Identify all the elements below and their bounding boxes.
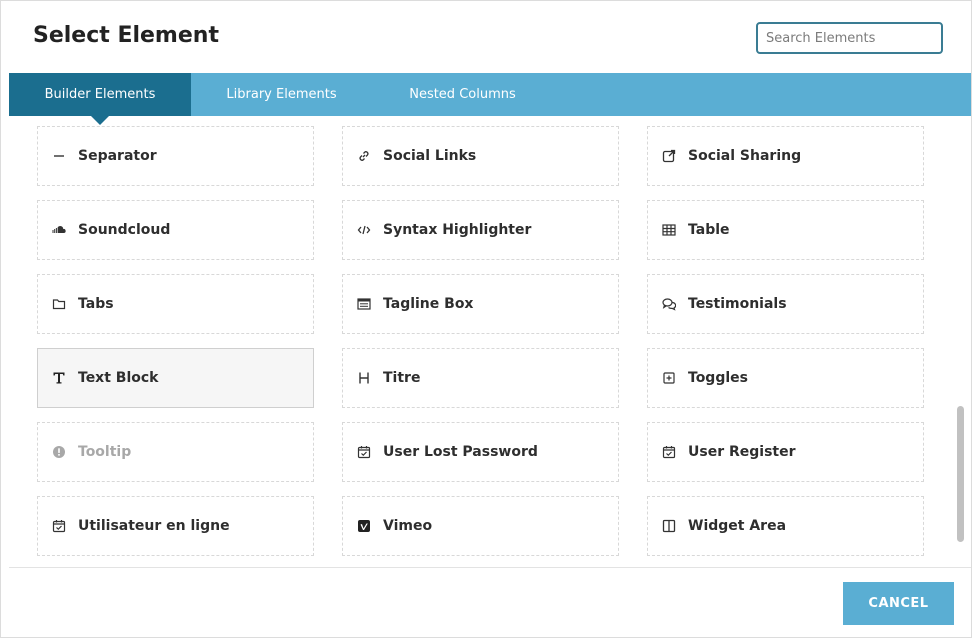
tab-builder-elements[interactable]: Builder Elements [9,73,191,125]
element-item-user-lost-password[interactable]: User Lost Password [342,422,619,482]
select-element-dialog: Select Element Builder ElementsLibrary E… [0,0,972,638]
external-link-icon [662,149,676,163]
dialog-footer: CANCEL [1,568,971,638]
element-label: Vimeo [383,518,433,534]
soundcloud-icon [52,223,66,237]
calendar-check-icon [52,519,66,533]
calendar-check-icon [357,445,371,459]
element-label: Social Sharing [688,148,802,164]
link-icon [357,149,371,163]
comments-icon [662,297,676,311]
element-label: User Lost Password [383,444,538,460]
dialog-header: Select Element [1,1,971,73]
vimeo-icon [357,519,371,533]
element-label: Separator [78,148,157,164]
element-label: Tagline Box [383,296,474,312]
elements-panel: Separator Social Links Social Sharing Sound… [9,116,971,568]
element-label: Table [688,222,730,238]
element-item-widget-area[interactable]: Widget Area [647,496,924,556]
scrollbar[interactable] [955,124,965,564]
element-label: Widget Area [688,518,787,534]
element-item-titre[interactable]: Titre [342,348,619,408]
element-item-separator[interactable]: Separator [37,126,314,186]
element-item-social-sharing[interactable]: Social Sharing [647,126,924,186]
element-label: Tabs [78,296,114,312]
tab-bar: Builder Elements Library Elements Nested C… [9,73,971,125]
element-item-utilisateur-en-ligne[interactable]: Utilisateur en ligne [37,496,314,556]
tab-library-elements[interactable]: Library Elements [191,73,372,116]
scrollbar-thumb[interactable] [957,406,964,542]
folder-icon [52,297,66,311]
element-item-tabs[interactable]: Tabs [37,274,314,334]
element-item-testimonials[interactable]: Testimonials [647,274,924,334]
element-item-tagline-box[interactable]: Tagline Box [342,274,619,334]
elements-grid: Separator Social Links Social Sharing Sound… [37,126,924,556]
element-label: Titre [383,370,421,386]
minus-icon [52,149,66,163]
code-icon [357,223,371,237]
element-label: Text Block [78,370,159,386]
element-label: Syntax Highlighter [383,222,532,238]
element-label: Utilisateur en ligne [78,518,230,534]
element-item-social-links[interactable]: Social Links [342,126,619,186]
element-label: Toggles [688,370,748,386]
element-label: Testimonials [688,296,787,312]
info-circle-icon [52,445,66,459]
heading-icon [357,371,371,385]
element-label: Social Links [383,148,477,164]
table-icon [662,223,676,237]
calendar-check-icon [662,445,676,459]
element-item-text-block[interactable]: Text Block [37,348,314,408]
plus-square-icon [662,371,676,385]
element-item-syntax-highlighter[interactable]: Syntax Highlighter [342,200,619,260]
element-label: Soundcloud [78,222,171,238]
search-input[interactable] [756,22,943,54]
tab-nested-columns[interactable]: Nested Columns [372,73,553,116]
element-label: Tooltip [78,444,132,460]
element-item-toggles[interactable]: Toggles [647,348,924,408]
dialog-title: Select Element [33,23,219,48]
element-item-vimeo[interactable]: Vimeo [342,496,619,556]
element-item-table[interactable]: Table [647,200,924,260]
element-item-soundcloud[interactable]: Soundcloud [37,200,314,260]
element-item-user-register[interactable]: User Register [647,422,924,482]
element-label: User Register [688,444,796,460]
columns-icon [662,519,676,533]
cancel-button[interactable]: CANCEL [843,582,954,625]
element-item-tooltip[interactable]: Tooltip [37,422,314,482]
text-t-icon [52,371,66,385]
tagline-box-icon [357,297,371,311]
